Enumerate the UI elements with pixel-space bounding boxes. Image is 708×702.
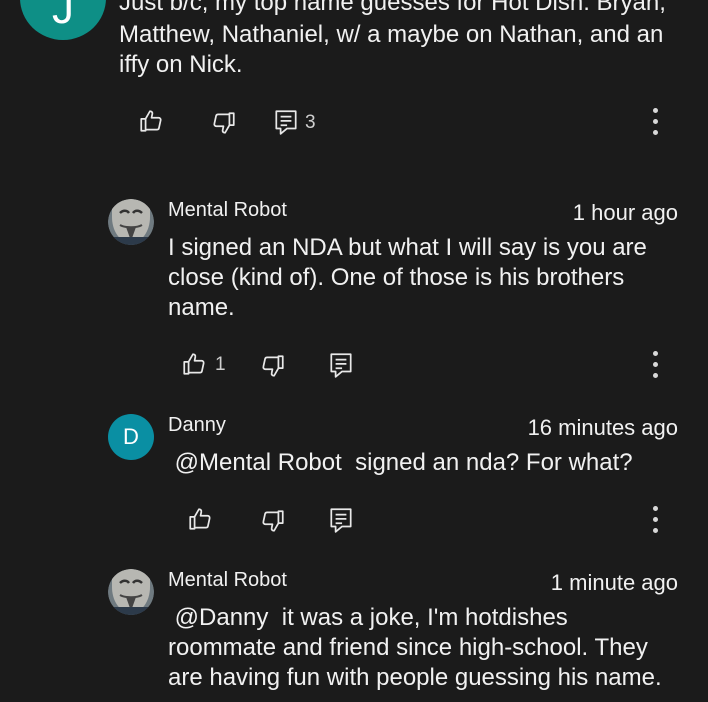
comment-text-line: Matthew, Nathaniel, w/ a maybe on Nathan… [119, 21, 664, 48]
comment-text-line: are having fun with people guessing his … [168, 664, 662, 691]
comment-author[interactable]: Mental Robot [168, 199, 287, 222]
thumbs-up-icon[interactable] [138, 108, 164, 134]
reply-count: 3 [305, 112, 316, 133]
thumbs-down-icon[interactable] [260, 508, 286, 534]
thumbs-down-icon[interactable] [260, 353, 286, 379]
avatar[interactable]: J [20, 0, 106, 40]
reply-icon[interactable] [273, 108, 299, 136]
thumbs-up-icon[interactable] [181, 351, 207, 377]
like-count: 1 [215, 354, 226, 375]
comment-author[interactable]: Mental Robot [168, 569, 287, 592]
avatar[interactable] [108, 569, 154, 615]
comment-text-line: roommate and friend since high-school. T… [168, 634, 648, 661]
avatar[interactable] [108, 199, 154, 245]
more-options-icon[interactable] [648, 108, 662, 138]
comment-timestamp: 1 minute ago [550, 570, 678, 595]
thumbs-up-icon[interactable] [187, 506, 213, 532]
comment-text-line: @Mental Robot signed an nda? For what? [168, 449, 633, 476]
comment-text-line: name. [168, 294, 235, 321]
comment-timestamp: 1 hour ago [572, 200, 678, 225]
comment-text-line: Just b/c, my top name guesses for Hot Di… [119, 0, 666, 16]
comment-author[interactable]: Danny [168, 414, 226, 437]
comment-timestamp: 16 minutes ago [527, 415, 678, 440]
comment-text-line: close (kind of). One of those is his bro… [168, 264, 625, 291]
thumbs-down-icon[interactable] [211, 110, 237, 136]
more-options-icon[interactable] [648, 506, 662, 536]
reply-icon[interactable] [328, 506, 354, 534]
comment-text-line: iffy on Nick. [119, 51, 243, 78]
more-options-icon[interactable] [648, 351, 662, 381]
comment-text-line: @Danny it was a joke, I'm hotdishes [168, 604, 568, 631]
reply-icon[interactable] [328, 351, 354, 379]
comment-text-line: I signed an NDA but what I will say is y… [168, 234, 647, 261]
avatar[interactable]: D [108, 414, 154, 460]
